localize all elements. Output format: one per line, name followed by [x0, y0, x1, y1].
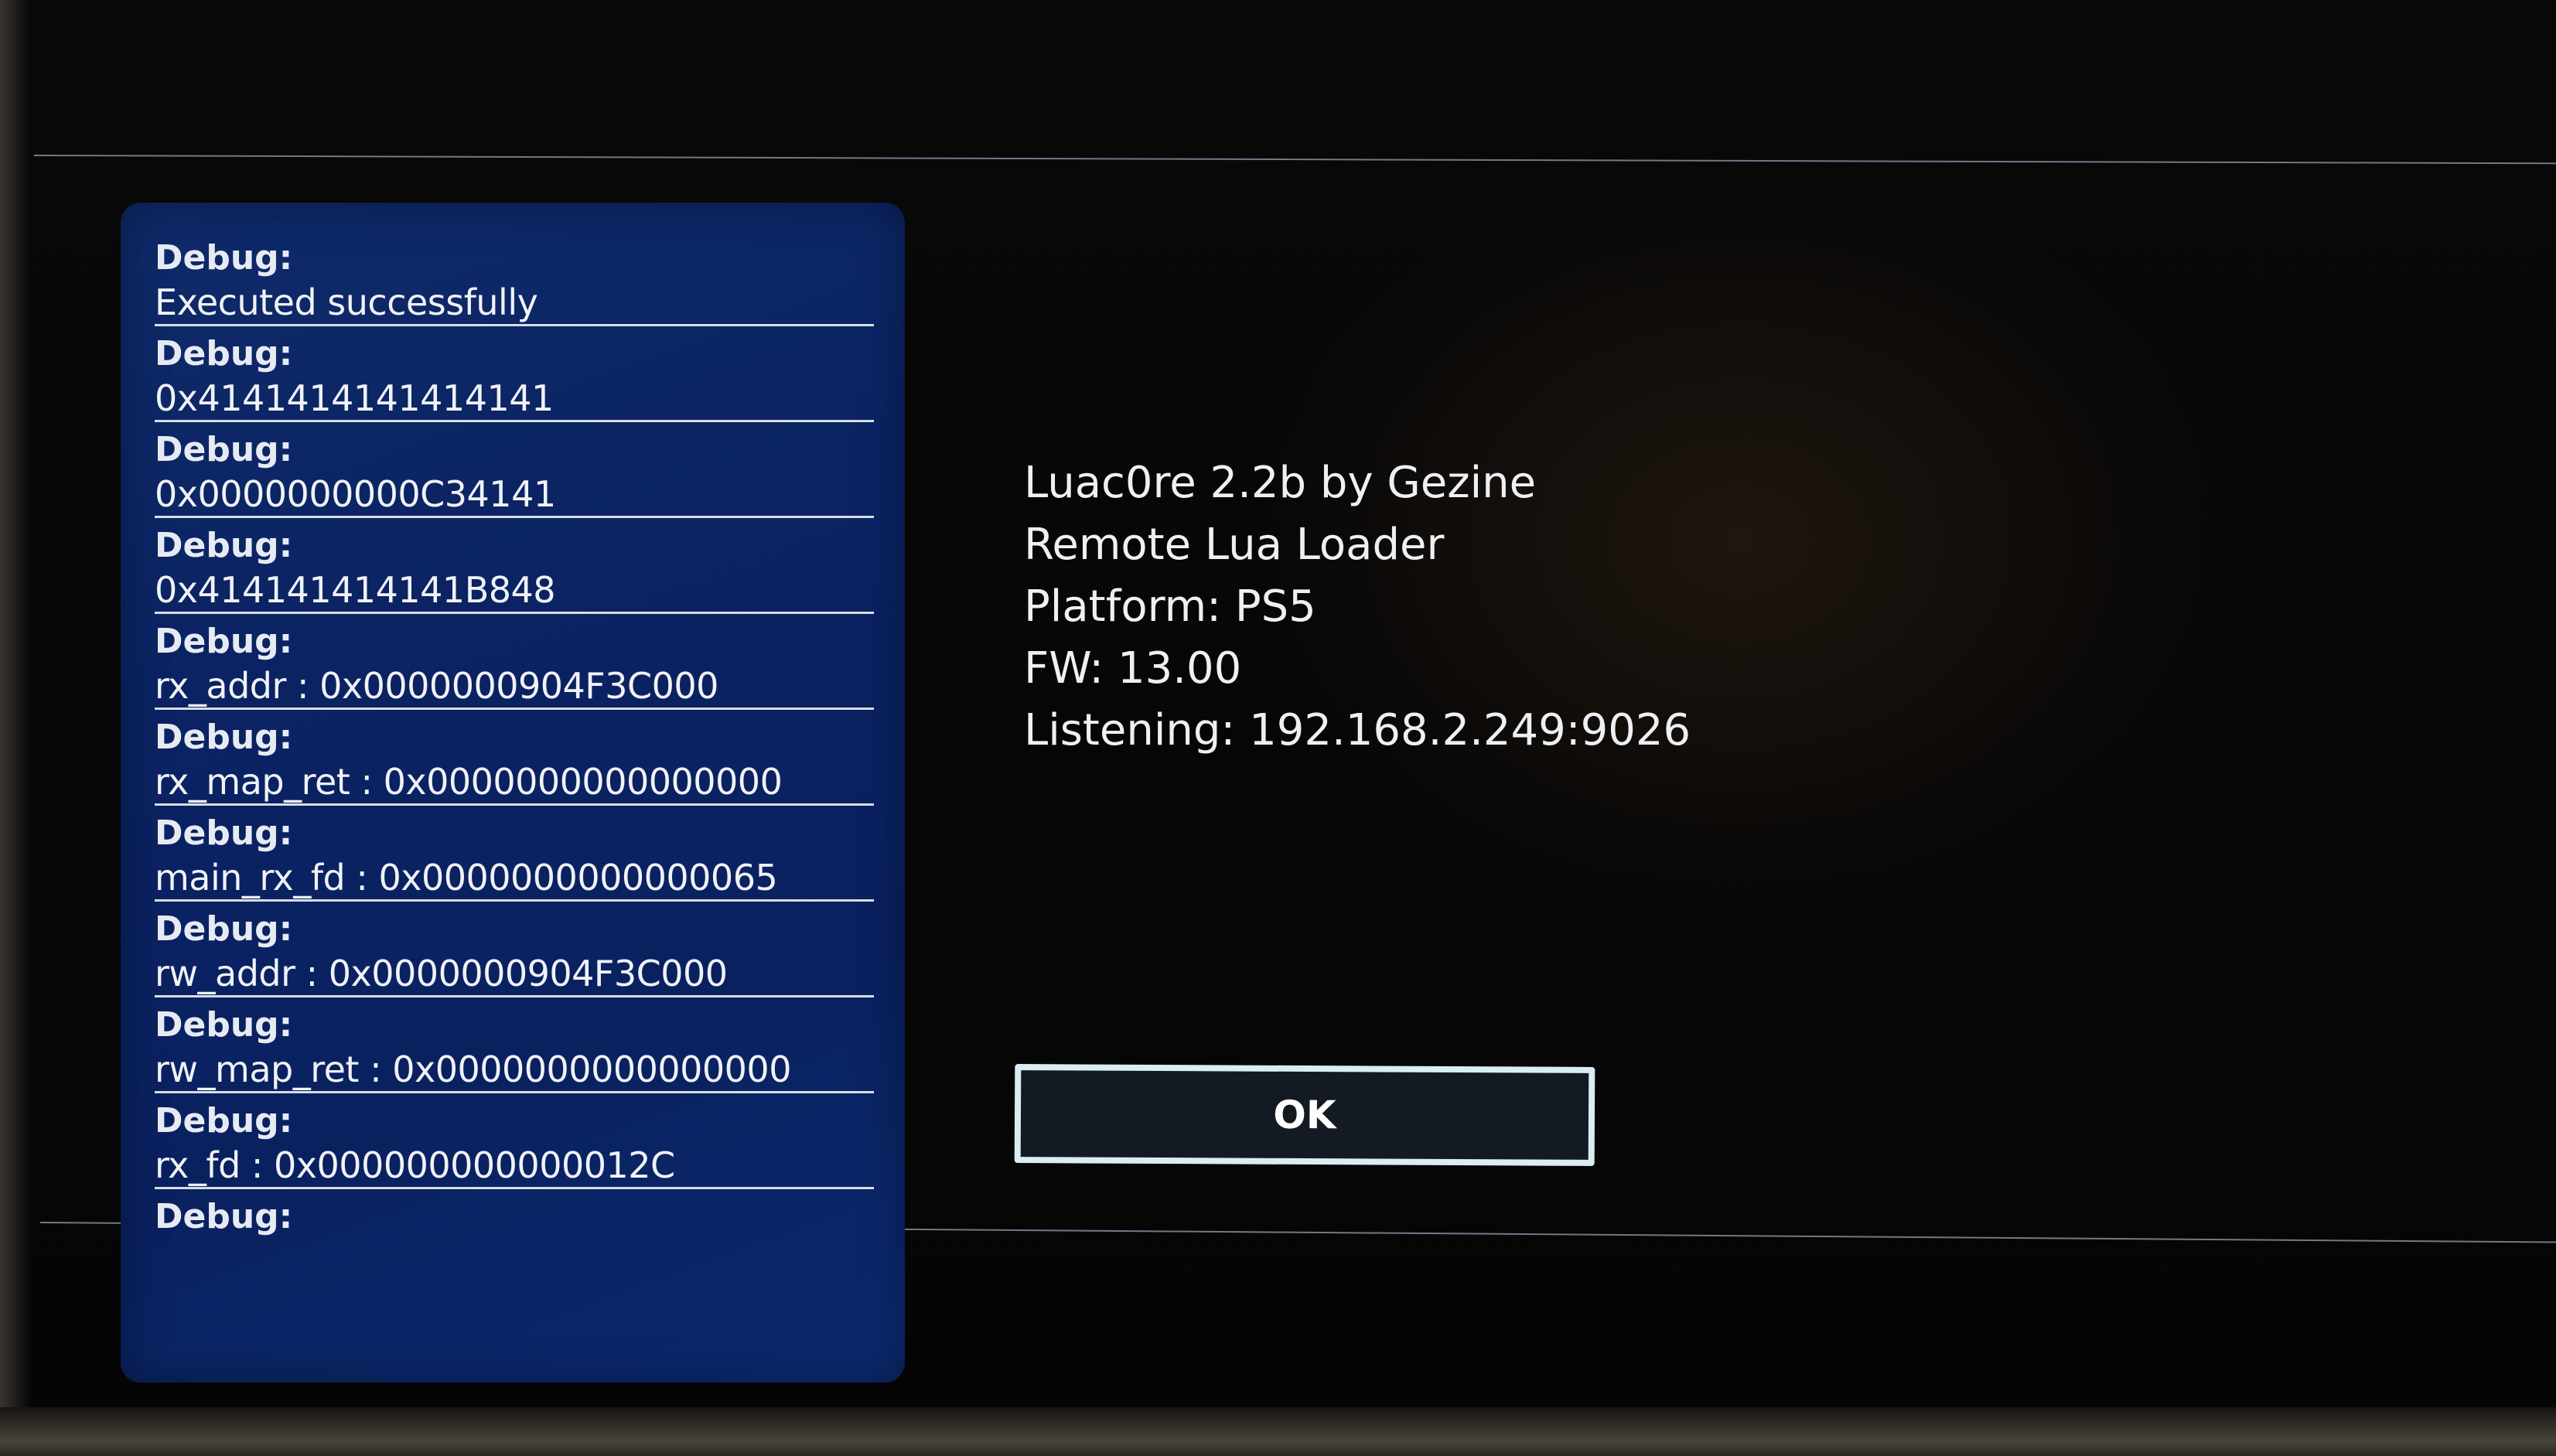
- debug-entry-label: Debug:: [155, 622, 293, 661]
- debug-entry: Debug: rx_map_ret : 0x0000000000000000: [155, 710, 874, 806]
- debug-entry-label: Debug:: [155, 718, 293, 757]
- debug-entry-label: Debug:: [155, 909, 293, 949]
- firmware-line: FW: 13.00: [1024, 643, 1242, 694]
- debug-entry-label: Debug:: [155, 526, 293, 565]
- debug-entry-label: Debug:: [155, 1197, 293, 1236]
- debug-log-list: Debug: Executed successfully Debug: 0x41…: [121, 203, 905, 1285]
- debug-entry-label: Debug:: [155, 334, 293, 373]
- debug-entry-label: Debug:: [155, 1101, 293, 1141]
- listening-address: Listening: 192.168.2.249:9026: [1024, 705, 1691, 755]
- debug-entry: Debug: 0x4141414141414141: [155, 326, 874, 422]
- debug-entry-value: rx_map_ret : 0x0000000000000000: [155, 761, 783, 803]
- debug-entry-label: Debug:: [155, 430, 293, 469]
- dialog-top-divider: [33, 155, 2556, 165]
- debug-entry-value: rx_addr : 0x0000000904F3C000: [155, 665, 718, 707]
- debug-entry-value: 0x0000000000C34141: [155, 473, 556, 515]
- debug-entry: Debug: 0x414141414141B848: [155, 518, 874, 614]
- debug-log-panel[interactable]: Debug: Executed successfully Debug: 0x41…: [121, 203, 905, 1383]
- debug-entry: Debug: Executed successfully: [155, 230, 874, 326]
- app-title: Luac0re 2.2b by Gezine: [1024, 458, 1537, 508]
- debug-entry: Debug: rx_fd : 0x000000000000012C: [155, 1093, 874, 1189]
- debug-entry-label: Debug:: [155, 238, 293, 278]
- debug-entry-value: Executed successfully: [155, 281, 538, 323]
- debug-entry-value: rx_fd : 0x000000000000012C: [155, 1144, 675, 1186]
- tv-bezel-bottom: [0, 1407, 2556, 1456]
- debug-entry: Debug: main_rx_fd : 0x0000000000000065: [155, 806, 874, 902]
- debug-entry: Debug: rw_map_ret : 0x0000000000000000: [155, 997, 874, 1093]
- debug-entry-value: rw_map_ret : 0x0000000000000000: [155, 1049, 791, 1090]
- debug-entry-value: 0x4141414141414141: [155, 377, 554, 419]
- debug-entry: Debug: rw_addr : 0x0000000904F3C000: [155, 902, 874, 997]
- debug-entry-label: Debug:: [155, 813, 293, 853]
- tv-screen: Debug: Executed successfully Debug: 0x41…: [0, 0, 2556, 1456]
- debug-entry-label: Debug:: [155, 1005, 293, 1045]
- debug-entry-value: rw_addr : 0x0000000904F3C000: [155, 953, 728, 994]
- debug-entry: Debug: 0x0000000000C34141: [155, 422, 874, 518]
- tv-bezel-left: [0, 0, 31, 1456]
- debug-entry-value: main_rx_fd : 0x0000000000000065: [155, 857, 778, 898]
- debug-entry: Debug:: [155, 1189, 874, 1285]
- platform-line: Platform: PS5: [1024, 581, 1316, 632]
- debug-entry-value: 0x414141414141B848: [155, 569, 556, 611]
- app-subtitle: Remote Lua Loader: [1024, 520, 1445, 570]
- loader-info: Luac0re 2.2b by Gezine Remote Lua Loader…: [1024, 452, 1720, 762]
- debug-entry: Debug: rx_addr : 0x0000000904F3C000: [155, 614, 874, 710]
- ok-button[interactable]: OK: [1014, 1064, 1595, 1166]
